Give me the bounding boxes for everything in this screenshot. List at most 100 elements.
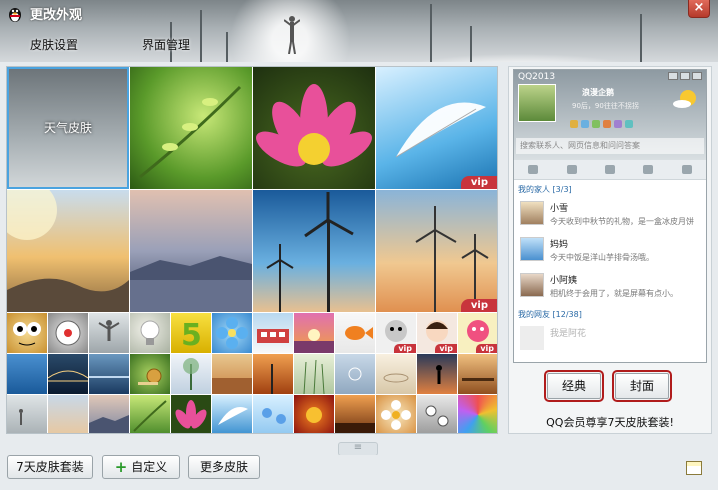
skin-tile-label: 天气皮肤 <box>43 121 92 135</box>
avatar <box>520 273 544 297</box>
skin-thumb-rainbow[interactable] <box>458 395 497 433</box>
tab-skin-settings[interactable]: 皮肤设置 <box>30 36 78 53</box>
skin-thumb-robot[interactable] <box>48 313 88 353</box>
skin-thumb-cartoon-face[interactable] <box>7 313 47 353</box>
skin-thumb-water-ripple[interactable] <box>376 354 416 394</box>
skin-tile-feather[interactable]: vip <box>376 67 497 189</box>
skin-thumb-rain-drop[interactable] <box>335 354 375 394</box>
skin-tile-weather[interactable]: 天气皮肤 <box>7 67 129 189</box>
skin-thumb-pier[interactable] <box>458 354 497 394</box>
skin-thumb-blue-flower[interactable] <box>212 313 252 353</box>
skin-thumb-silhouette[interactable] <box>417 354 457 394</box>
custom-skin-button[interactable]: + 自定义 <box>102 455 180 479</box>
skin-thumb-surfer[interactable] <box>335 395 375 433</box>
skin-gallery: 天气皮肤 vip vip 5 vip vip vip <box>6 66 498 434</box>
app-icon <box>570 120 578 128</box>
minimize-icon <box>668 72 678 80</box>
skin-thumb-bulb[interactable] <box>130 313 170 353</box>
group-icon <box>643 165 654 174</box>
skin-thumb-bw-flowers[interactable] <box>417 395 457 433</box>
skin-thumb-cartoon-boy[interactable]: vip <box>376 313 416 353</box>
plus-icon: + <box>114 458 128 476</box>
skin-thumb-cartoon-pink[interactable]: vip <box>458 313 497 353</box>
skin-thumb-daisy[interactable] <box>376 395 416 433</box>
seven-day-skin-suite-button[interactable]: 7天皮肤套装 <box>7 455 93 479</box>
lotus-illustration <box>256 84 372 167</box>
list-item: 妈妈今天中饭是洋山芋排骨汤哦。 <box>514 233 706 269</box>
avatar <box>520 237 544 261</box>
skin-thumb-mountain-small[interactable] <box>89 395 129 433</box>
skin-thumb-red-flower[interactable] <box>294 395 334 433</box>
app-icon <box>581 120 589 128</box>
vip-badge: vip <box>394 344 416 353</box>
skin-thumb-night-bridge[interactable] <box>48 354 88 394</box>
title-group: 更改外观 <box>6 4 82 23</box>
space-icon <box>604 165 615 174</box>
qq-group-friends: 我的网友 [12/38] <box>518 310 582 319</box>
list-item: 小阿姨相机终于会用了，就是屏幕有点小。 <box>514 269 706 305</box>
avatar <box>518 84 556 122</box>
skin-thumb-goldfish[interactable] <box>335 313 375 353</box>
vip-badge: vip <box>435 344 457 353</box>
skin-thumb-snow-person[interactable] <box>89 313 129 353</box>
skin-tile-sunrise-clouds[interactable] <box>7 190 129 312</box>
friend-name: 小雪 <box>550 204 569 214</box>
skin-thumb-cartoon-girl[interactable]: vip <box>417 313 457 353</box>
windmill-sunset-illustration <box>415 206 489 312</box>
bottom-toolbar: 7天皮肤套装 + 自定义 更多皮肤 <box>0 455 718 490</box>
app-icon <box>614 120 622 128</box>
skin-thumb-pink-sunset[interactable] <box>294 313 334 353</box>
skin-thumb-harbor[interactable] <box>89 354 129 394</box>
skin-tile-mountain-sunset[interactable] <box>130 190 252 312</box>
skin-box-icon[interactable] <box>686 461 702 475</box>
friend-message: 今天中饭是洋山芋排骨汤哦。 <box>550 253 654 262</box>
close-icon <box>692 72 702 80</box>
skin-thumb-snail[interactable] <box>130 354 170 394</box>
skin-thumb-blue-water[interactable] <box>7 354 47 394</box>
skin-tile-green-sprout[interactable] <box>130 67 252 189</box>
skin-thumb-sunset-sea[interactable] <box>212 354 252 394</box>
skin-preview-panel: QQ2013 浪漫企鹅 90后，90往往不拐拐 搜索联系人、网页信息和问问答案 … <box>508 66 712 434</box>
classic-mode-button[interactable]: 经典 <box>544 370 604 402</box>
skin-tile-lotus[interactable] <box>253 67 375 189</box>
sunrise-illustration <box>7 190 129 312</box>
friend-name: 妈妈 <box>550 240 569 250</box>
weather-sun-icon <box>673 90 696 108</box>
skin-thumb-morning-sky[interactable] <box>48 395 88 433</box>
close-icon: × <box>693 0 705 15</box>
svg-text:5: 5 <box>181 318 202 353</box>
app-icon <box>603 120 611 128</box>
skin-thumb-snow-field[interactable] <box>7 395 47 433</box>
skin-tile-windmill-sunset[interactable]: vip <box>376 190 497 312</box>
skin-thumb-feather-small[interactable] <box>212 395 252 433</box>
more-skins-button[interactable]: 更多皮肤 <box>188 455 260 479</box>
skin-thumb-blue-flowers[interactable] <box>253 395 293 433</box>
skin-thumb-lotus-small[interactable] <box>171 395 211 433</box>
list-item: 小雪 今天收到中秋节的礼物，是一盒冰皮月饼 <box>514 197 706 233</box>
skin-thumb-number-five[interactable]: 5 <box>171 313 211 353</box>
friend-name: 我是阿花 <box>550 329 587 339</box>
qq-status-icons <box>570 120 633 128</box>
skin-thumb-green-reeds[interactable] <box>294 354 334 394</box>
skin-thumb-train[interactable] <box>253 313 293 353</box>
friend-message: 相机终于会用了，就是屏幕有点小。 <box>550 289 678 298</box>
skin-thumb-sprout-small[interactable] <box>130 395 170 433</box>
friend-name: 小阿姨 <box>550 276 578 286</box>
windmill-illustration <box>266 192 354 312</box>
cover-mode-button[interactable]: 封面 <box>612 370 672 402</box>
skin-tile-windmill[interactable] <box>253 190 375 312</box>
qq-search-bar: 搜索联系人、网页信息和问问答案 <box>516 138 704 154</box>
app-icon <box>625 120 633 128</box>
skin-thumb-tree-sketch[interactable] <box>171 354 211 394</box>
custom-skin-label: 自定义 <box>131 460 168 474</box>
snow-person-figure <box>284 16 300 54</box>
collapse-handle-icon[interactable]: ≡ <box>338 442 378 456</box>
close-button[interactable]: × <box>688 0 710 18</box>
tab-interface-management[interactable]: 界面管理 <box>142 36 190 53</box>
maximize-icon <box>680 72 690 80</box>
qq-preview-tabs <box>514 160 706 180</box>
list-item: 我是阿花 <box>514 322 706 356</box>
qq-nickname: 浪漫企鹅 <box>582 88 614 97</box>
qq-preview-title: QQ2013 <box>518 72 556 82</box>
skin-thumb-orange-sky[interactable] <box>253 354 293 394</box>
